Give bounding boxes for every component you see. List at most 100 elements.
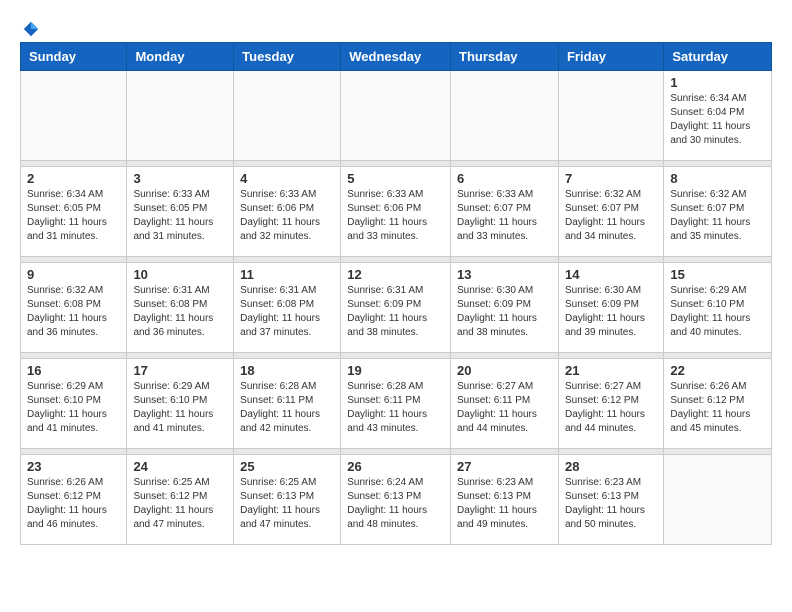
- day-info: Sunrise: 6:34 AM Sunset: 6:04 PM Dayligh…: [670, 92, 765, 148]
- day-number: 3: [133, 171, 227, 186]
- calendar-day-cell: [21, 71, 127, 161]
- day-info: Sunrise: 6:30 AM Sunset: 6:09 PM Dayligh…: [565, 284, 657, 340]
- day-number: 15: [670, 267, 765, 282]
- day-number: 9: [27, 267, 120, 282]
- logo-icon: [22, 20, 40, 38]
- calendar-day-cell: 10Sunrise: 6:31 AM Sunset: 6:08 PM Dayli…: [127, 263, 234, 353]
- calendar-header-monday: Monday: [127, 43, 234, 71]
- calendar-day-cell: 24 Sunrise: 6:25 AM Sunset: 6:12 PM Dayli…: [127, 455, 234, 545]
- day-info: Sunrise: 6:25 AM Sunset: 6:13 PM Dayligh…: [240, 476, 334, 532]
- calendar-day-cell: [664, 455, 772, 545]
- calendar-day-cell: 1 Sunrise: 6:34 AM Sunset: 6:04 PM Daylig…: [664, 71, 772, 161]
- day-number: 19: [347, 363, 444, 378]
- calendar-header-friday: Friday: [558, 43, 663, 71]
- calendar-week-row: 9 Sunrise: 6:32 AM Sunset: 6:08 PM Daylig…: [21, 263, 772, 353]
- day-info: Sunrise: 6:24 AM Sunset: 6:13 PM Dayligh…: [347, 476, 444, 532]
- calendar-day-cell: 8 Sunrise: 6:32 AM Sunset: 6:07 PM Daylig…: [664, 167, 772, 257]
- day-number: 14: [565, 267, 657, 282]
- day-number: 17: [133, 363, 227, 378]
- calendar-day-cell: 26 Sunrise: 6:24 AM Sunset: 6:13 PM Dayli…: [341, 455, 451, 545]
- page-header: [20, 20, 772, 32]
- day-info: Sunrise: 6:28 AM Sunset: 6:11 PM Dayligh…: [240, 380, 334, 436]
- day-info: Sunrise: 6:33 AM Sunset: 6:07 PM Dayligh…: [457, 188, 552, 244]
- calendar-day-cell: 21 Sunrise: 6:27 AM Sunset: 6:12 PM Dayli…: [558, 359, 663, 449]
- calendar-day-cell: [451, 71, 559, 161]
- day-number: 16: [27, 363, 120, 378]
- calendar-day-cell: 14 Sunrise: 6:30 AM Sunset: 6:09 PM Dayli…: [558, 263, 663, 353]
- day-info: Sunrise: 6:23 AM Sunset: 6:13 PM Dayligh…: [457, 476, 552, 532]
- calendar-header-wednesday: Wednesday: [341, 43, 451, 71]
- calendar-day-cell: 15 Sunrise: 6:29 AM Sunset: 6:10 PM Dayli…: [664, 263, 772, 353]
- calendar-day-cell: 22 Sunrise: 6:26 AM Sunset: 6:12 PM Dayli…: [664, 359, 772, 449]
- calendar-day-cell: 25 Sunrise: 6:25 AM Sunset: 6:13 PM Dayli…: [234, 455, 341, 545]
- day-info: Sunrise: 6:33 AM Sunset: 6:06 PM Dayligh…: [240, 188, 334, 244]
- day-info: Sunrise: 6:27 AM Sunset: 6:12 PM Dayligh…: [565, 380, 657, 436]
- day-number: 1: [670, 75, 765, 90]
- calendar-header-sunday: Sunday: [21, 43, 127, 71]
- calendar-header-row: SundayMondayTuesdayWednesdayThursdayFrid…: [21, 43, 772, 71]
- day-number: 28: [565, 459, 657, 474]
- calendar-day-cell: 4 Sunrise: 6:33 AM Sunset: 6:06 PM Daylig…: [234, 167, 341, 257]
- day-number: 2: [27, 171, 120, 186]
- day-number: 24: [133, 459, 227, 474]
- day-info: Sunrise: 6:29 AM Sunset: 6:10 PM Dayligh…: [670, 284, 765, 340]
- day-number: 22: [670, 363, 765, 378]
- day-number: 25: [240, 459, 334, 474]
- day-number: 8: [670, 171, 765, 186]
- calendar-day-cell: 19 Sunrise: 6:28 AM Sunset: 6:11 PM Dayli…: [341, 359, 451, 449]
- day-info: Sunrise: 6:31 AM Sunset: 6:08 PM Dayligh…: [240, 284, 334, 340]
- logo: [20, 20, 40, 32]
- calendar-week-row: 2 Sunrise: 6:34 AM Sunset: 6:05 PM Daylig…: [21, 167, 772, 257]
- calendar-day-cell: 13Sunrise: 6:30 AM Sunset: 6:09 PM Dayli…: [451, 263, 559, 353]
- day-info: Sunrise: 6:33 AM Sunset: 6:05 PM Dayligh…: [133, 188, 227, 244]
- calendar-day-cell: 17 Sunrise: 6:29 AM Sunset: 6:10 PM Dayli…: [127, 359, 234, 449]
- calendar-week-row: 1 Sunrise: 6:34 AM Sunset: 6:04 PM Daylig…: [21, 71, 772, 161]
- calendar-header-tuesday: Tuesday: [234, 43, 341, 71]
- day-number: 21: [565, 363, 657, 378]
- day-number: 13: [457, 267, 552, 282]
- day-number: 27: [457, 459, 552, 474]
- calendar-day-cell: 7 Sunrise: 6:32 AM Sunset: 6:07 PM Daylig…: [558, 167, 663, 257]
- calendar-day-cell: [234, 71, 341, 161]
- day-info: Sunrise: 6:26 AM Sunset: 6:12 PM Dayligh…: [670, 380, 765, 436]
- calendar-day-cell: 3 Sunrise: 6:33 AM Sunset: 6:05 PM Daylig…: [127, 167, 234, 257]
- day-info: Sunrise: 6:32 AM Sunset: 6:07 PM Dayligh…: [565, 188, 657, 244]
- day-info: Sunrise: 6:26 AM Sunset: 6:12 PM Dayligh…: [27, 476, 120, 532]
- day-number: 18: [240, 363, 334, 378]
- day-number: 12: [347, 267, 444, 282]
- calendar-day-cell: 11 Sunrise: 6:31 AM Sunset: 6:08 PM Dayli…: [234, 263, 341, 353]
- day-number: 11: [240, 267, 334, 282]
- day-number: 7: [565, 171, 657, 186]
- day-number: 20: [457, 363, 552, 378]
- calendar-day-cell: 6Sunrise: 6:33 AM Sunset: 6:07 PM Daylig…: [451, 167, 559, 257]
- calendar-week-row: 16 Sunrise: 6:29 AM Sunset: 6:10 PM Dayli…: [21, 359, 772, 449]
- day-info: Sunrise: 6:25 AM Sunset: 6:12 PM Dayligh…: [133, 476, 227, 532]
- day-number: 26: [347, 459, 444, 474]
- day-info: Sunrise: 6:29 AM Sunset: 6:10 PM Dayligh…: [133, 380, 227, 436]
- calendar-day-cell: 12 Sunrise: 6:31 AM Sunset: 6:09 PM Dayli…: [341, 263, 451, 353]
- calendar-day-cell: 27 Sunrise: 6:23 AM Sunset: 6:13 PM Dayli…: [451, 455, 559, 545]
- calendar-day-cell: [127, 71, 234, 161]
- day-number: 5: [347, 171, 444, 186]
- day-number: 4: [240, 171, 334, 186]
- calendar-day-cell: [341, 71, 451, 161]
- calendar-day-cell: [558, 71, 663, 161]
- day-info: Sunrise: 6:34 AM Sunset: 6:05 PM Dayligh…: [27, 188, 120, 244]
- day-number: 10: [133, 267, 227, 282]
- day-info: Sunrise: 6:31 AM Sunset: 6:09 PM Dayligh…: [347, 284, 444, 340]
- day-info: Sunrise: 6:33 AM Sunset: 6:06 PM Dayligh…: [347, 188, 444, 244]
- calendar-day-cell: 28Sunrise: 6:23 AM Sunset: 6:13 PM Dayli…: [558, 455, 663, 545]
- day-info: Sunrise: 6:29 AM Sunset: 6:10 PM Dayligh…: [27, 380, 120, 436]
- calendar-header-thursday: Thursday: [451, 43, 559, 71]
- day-info: Sunrise: 6:32 AM Sunset: 6:08 PM Dayligh…: [27, 284, 120, 340]
- day-number: 23: [27, 459, 120, 474]
- calendar-day-cell: 9 Sunrise: 6:32 AM Sunset: 6:08 PM Daylig…: [21, 263, 127, 353]
- day-info: Sunrise: 6:28 AM Sunset: 6:11 PM Dayligh…: [347, 380, 444, 436]
- calendar-header-saturday: Saturday: [664, 43, 772, 71]
- calendar-week-row: 23 Sunrise: 6:26 AM Sunset: 6:12 PM Dayli…: [21, 455, 772, 545]
- calendar-day-cell: 18 Sunrise: 6:28 AM Sunset: 6:11 PM Dayli…: [234, 359, 341, 449]
- day-info: Sunrise: 6:27 AM Sunset: 6:11 PM Dayligh…: [457, 380, 552, 436]
- calendar-day-cell: 2 Sunrise: 6:34 AM Sunset: 6:05 PM Daylig…: [21, 167, 127, 257]
- day-info: Sunrise: 6:32 AM Sunset: 6:07 PM Dayligh…: [670, 188, 765, 244]
- calendar-table: SundayMondayTuesdayWednesdayThursdayFrid…: [20, 42, 772, 545]
